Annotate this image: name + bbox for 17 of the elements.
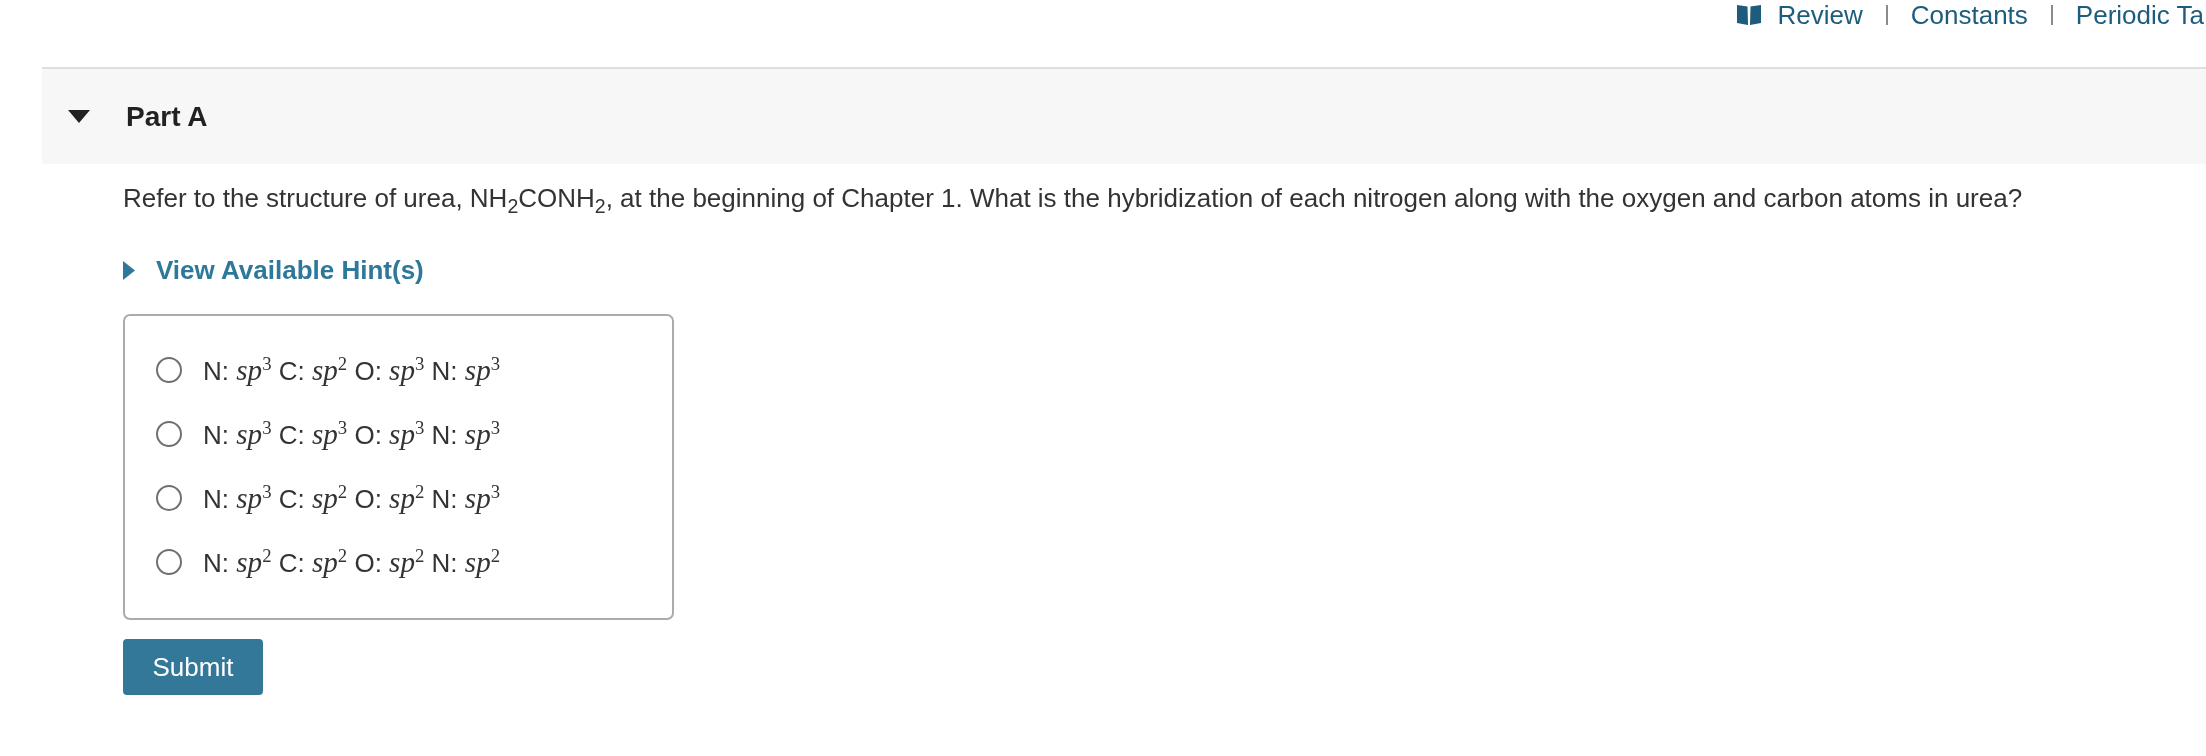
header-link[interactable]: Constants — [1910, 0, 2028, 30]
book-icon — [1736, 5, 1761, 25]
option-text[interactable]: N: sp$^{2}$ C: sp$^{2}$ O: sp$^{2}$ N: sp$^{2}$ — [203, 544, 501, 580]
header-link[interactable]: Review — [1736, 0, 1863, 30]
radio-button[interactable] — [156, 421, 182, 447]
hint-link[interactable]: View Available Hint(s) — [123, 255, 424, 285]
submit-button[interactable]: Submit — [123, 639, 263, 695]
option-text[interactable]: N: sp$^{3}$ C: sp$^{3}$ O: sp$^{3}$ N: sp$^{3}$ — [203, 416, 501, 452]
part-title: Part A — [126, 99, 208, 134]
question-text: Refer to the structure of urea, NH$_{2}$CONH$_{2}$, at the beginning of Chapter 1. What is the hybridization of each nitrogen along with the oxygen and carbon atoms in urea? — [123, 183, 2024, 213]
radio-button[interactable] — [156, 357, 182, 383]
option-text[interactable]: N: sp$^{3}$ C: sp$^{2}$ O: sp$^{2}$ N: sp$^{3}$ — [203, 480, 501, 516]
option-text[interactable]: N: sp$^{3}$ C: sp$^{2}$ O: sp$^{3}$ N: sp$^{3}$ — [203, 352, 501, 388]
header-link[interactable]: Periodic Ta — [2075, 0, 2204, 30]
radio-button[interactable] — [156, 549, 182, 575]
section-header[interactable]: Part A — [42, 69, 2206, 164]
radio-button[interactable] — [156, 485, 182, 511]
